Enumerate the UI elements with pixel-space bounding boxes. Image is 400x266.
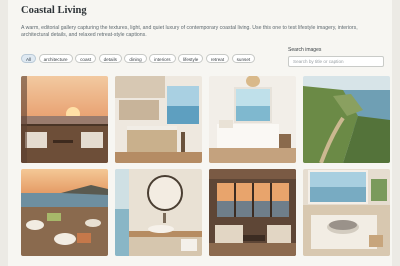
filter-chip-all[interactable]: All (21, 54, 37, 63)
image-bathroom-round-mirror[interactable] (115, 169, 202, 256)
search-input[interactable] (288, 56, 384, 67)
search-label: Search images (288, 47, 322, 53)
image-bedroom-ocean-view[interactable] (209, 76, 296, 163)
image-seaside-dining-table[interactable] (21, 169, 108, 256)
image-window-bowl-detail[interactable] (303, 169, 390, 256)
filter-chip-interiors[interactable]: interiors (149, 54, 176, 63)
filter-chip-architecture[interactable]: architecture (38, 54, 73, 63)
filter-chip-sunset[interactable]: sunset (231, 54, 256, 63)
filter-chip-dining[interactable]: dining (124, 54, 147, 63)
filter-chip-details[interactable]: details (98, 54, 122, 63)
page-title: Coastal Living (21, 5, 87, 16)
filter-chips: All architecture coast details dining in… (21, 54, 258, 64)
gallery-page: Coastal Living A warm, editorial gallery… (8, 0, 392, 266)
image-coastal-cliff-path[interactable] (303, 76, 390, 163)
image-kitchen-ocean-view[interactable] (115, 76, 202, 163)
filter-chip-coast[interactable]: coast (75, 54, 97, 63)
filter-chip-lifestyle[interactable]: lifestyle (178, 54, 204, 63)
image-sunset-terrace[interactable] (21, 76, 108, 163)
image-living-room-sunset[interactable] (209, 169, 296, 256)
filter-chip-retreat[interactable]: retreat (205, 54, 230, 63)
page-description: A warm, editorial gallery capturing the … (21, 25, 358, 39)
